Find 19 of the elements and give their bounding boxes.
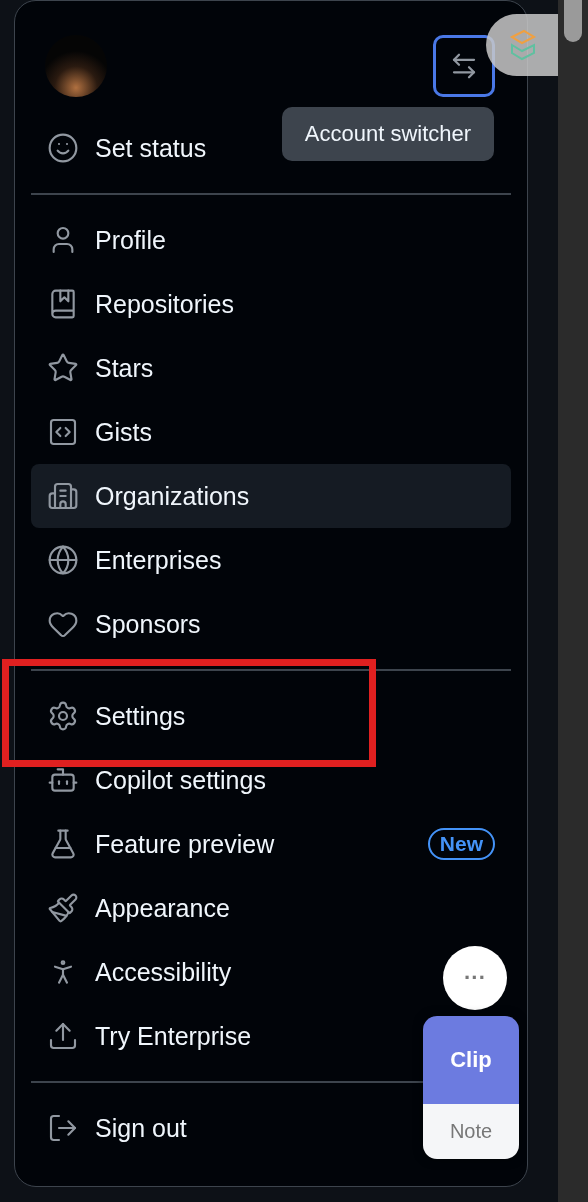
- tooltip: Account switcher: [282, 107, 494, 161]
- new-badge: New: [427, 828, 495, 860]
- menu-item[interactable]: Gists: [31, 400, 168, 464]
- menu-item[interactable]: Sponsors: [31, 592, 217, 656]
- menu-item[interactable]: Repositories: [31, 272, 250, 336]
- menu-item[interactable]: Enterprises: [31, 528, 238, 592]
- menu-item[interactable]: Organizations: [31, 464, 511, 528]
- menu-item[interactable]: Copilot settings: [31, 748, 282, 812]
- menu-item[interactable]: Settings: [31, 684, 202, 748]
- menu-item[interactable]: Profile: [31, 208, 182, 272]
- menu-item[interactable]: Sign out: [31, 1096, 203, 1160]
- menu-item[interactable]: Appearance: [31, 876, 246, 940]
- clip-button[interactable]: Clip: [423, 1016, 519, 1104]
- menu-item[interactable]: Set status: [31, 116, 223, 180]
- note-button[interactable]: Note: [423, 1104, 519, 1159]
- menu-item[interactable]: Accessibility: [31, 940, 248, 1004]
- menu-item[interactable]: Try Enterprise: [31, 1004, 268, 1068]
- menu-item[interactable]: Feature preview New: [31, 812, 511, 876]
- menu-item[interactable]: Stars: [31, 336, 170, 400]
